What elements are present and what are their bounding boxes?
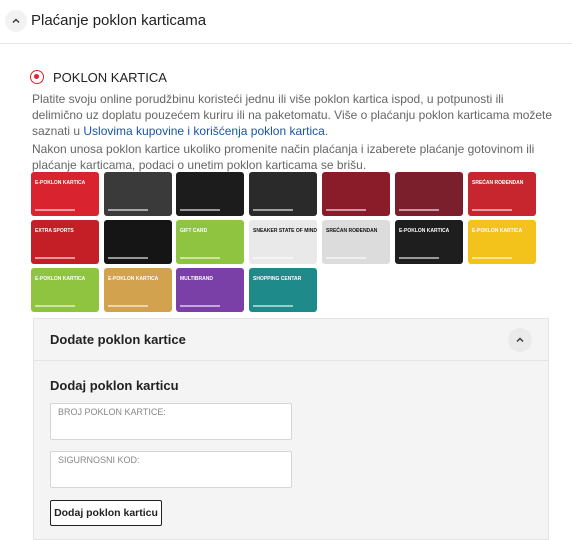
card-srecan-rodjendan-red[interactable]: SREĆAN ROĐENDAN (468, 172, 536, 216)
card-stripe (180, 209, 220, 211)
security-code-field[interactable]: SIGURNOSNI KOD: (50, 451, 292, 488)
card-stripe (326, 257, 366, 259)
card-dark-promo[interactable] (104, 172, 172, 216)
panel-title: Dodate poklon kartice (50, 332, 186, 347)
card-stripe (472, 257, 512, 259)
security-code-placeholder: SIGURNOSNI KOD: (58, 455, 140, 465)
description-end: . (324, 124, 329, 138)
card-stripe (399, 257, 439, 259)
gift-card-notice: Nakon unosa poklon kartice ukoliko prome… (32, 142, 535, 172)
add-gift-card-button[interactable]: Dodaj poklon karticu (50, 500, 162, 526)
card-srecan-rodjendan-bw[interactable]: SREĆAN ROĐENDAN (322, 220, 390, 264)
card-e-poklon-yellow[interactable]: E-POKLON KARTICA (468, 220, 536, 264)
card-label: E-POKLON KARTICA (35, 180, 86, 186)
card-fitness[interactable] (322, 172, 390, 216)
added-gift-cards-panel: Dodate poklon kartice Dodaj poklon karti… (33, 318, 549, 540)
card-e-poklon-red[interactable]: E-POKLON KARTICA (31, 172, 99, 216)
card-black-yellow[interactable] (104, 220, 172, 264)
card-stripe (180, 257, 220, 259)
gift-card-radio[interactable] (30, 70, 44, 84)
card-number-placeholder: BROJ POKLON KARTICE: (58, 407, 166, 417)
card-label: SREĆAN ROĐENDAN (326, 228, 378, 234)
card-stripe (399, 209, 439, 211)
card-label: E-POKLON KARTICA (35, 276, 86, 282)
card-sneaker-state[interactable]: SNEAKER STATE OF MIND (249, 220, 317, 264)
card-label: E-POKLON KARTICA (472, 228, 523, 234)
gift-card-section-header[interactable]: Plaćanje poklon karticama (0, 0, 572, 44)
card-basketball[interactable] (395, 172, 463, 216)
card-stripe (35, 257, 75, 259)
card-stripe (108, 257, 148, 259)
gift-card-description: Platite svoju online porudžbinu koristeć… (32, 91, 557, 139)
card-stripe (35, 305, 75, 307)
card-label: EXTRA SPORTS (35, 228, 74, 234)
panel-header[interactable]: Dodate poklon kartice (34, 319, 548, 361)
card-stripe (326, 209, 366, 211)
card-label: SHOPPING CENTAR (253, 276, 302, 282)
card-multibrand[interactable]: MULTIBRAND (176, 268, 244, 312)
card-stripe (108, 209, 148, 211)
card-stripe (35, 209, 75, 211)
card-label: E-POKLON KARTICA (108, 276, 159, 282)
card-e-poklon-gold[interactable]: E-POKLON KARTICA (104, 268, 172, 312)
card-number-field[interactable]: BROJ POKLON KARTICE: (50, 403, 292, 440)
card-shopping-centar[interactable]: SHOPPING CENTAR (249, 268, 317, 312)
terms-link[interactable]: Uslovima kupovine i korišćenja poklon ka… (83, 124, 324, 138)
card-stripe (253, 257, 293, 259)
card-label: SNEAKER STATE OF MIND (253, 228, 317, 234)
card-stripe (472, 209, 512, 211)
card-stripe (253, 209, 293, 211)
card-stripe (180, 305, 220, 307)
chevron-up-icon[interactable] (5, 10, 27, 32)
add-gift-card-title: Dodaj poklon karticu (50, 378, 179, 393)
card-football[interactable] (249, 172, 317, 216)
card-stripe (108, 305, 148, 307)
card-label: MULTIBRAND (180, 276, 213, 282)
chevron-up-icon[interactable] (508, 328, 532, 352)
card-label: E-POKLON KARTICA (399, 228, 450, 234)
gift-card-radio-label[interactable]: POKLON KARTICA (53, 70, 167, 85)
card-e-poklon-green[interactable]: E-POKLON KARTICA (31, 268, 99, 312)
card-stripe (253, 305, 293, 307)
card-play-the-game[interactable] (176, 172, 244, 216)
card-e-poklon-black[interactable]: E-POKLON KARTICA (395, 220, 463, 264)
card-label: GIFT CARD (180, 228, 208, 234)
section-title: Plaćanje poklon karticama (31, 12, 207, 29)
card-label: SREĆAN ROĐENDAN (472, 180, 524, 186)
card-extra-sports[interactable]: EXTRA SPORTS (31, 220, 99, 264)
card-gift-card-green[interactable]: GIFT CARD (176, 220, 244, 264)
